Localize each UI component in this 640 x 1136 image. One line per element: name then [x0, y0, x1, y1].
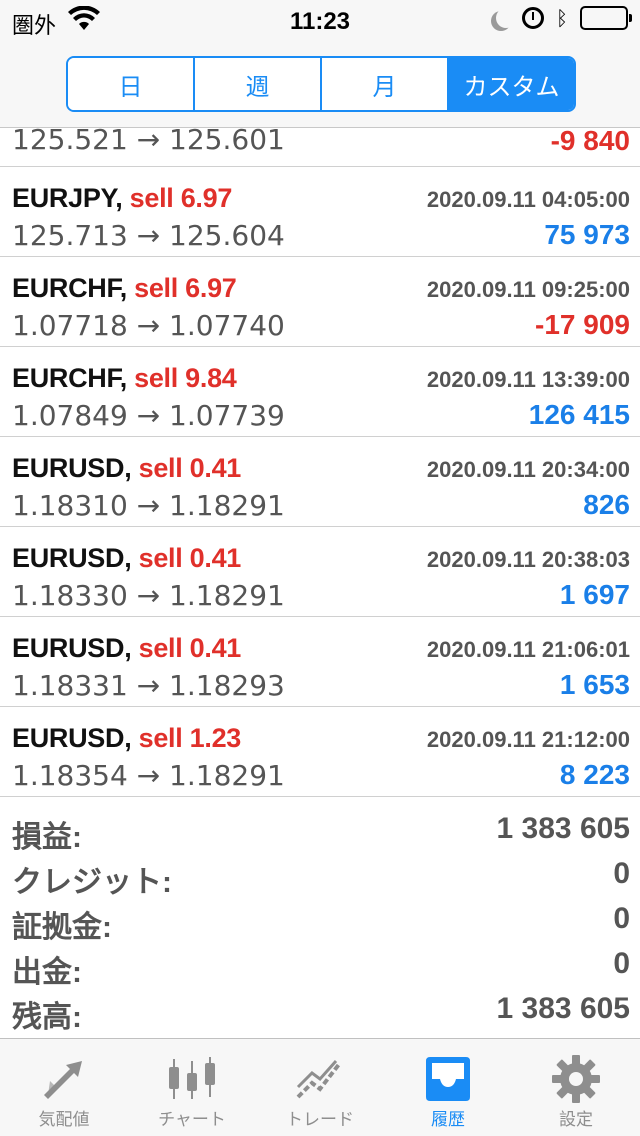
alarm-icon — [522, 7, 544, 29]
summary-label: 証拠金: — [12, 911, 112, 944]
summary-row-withdrawal: 出金: 0 — [0, 943, 640, 989]
trade-symbol: EURJPY, — [12, 183, 123, 213]
trade-row[interactable]: EURCHF, sell 6.97 2020.09.11 09:25:00 1.… — [0, 257, 640, 347]
tab-quotes[interactable]: 気配値 — [0, 1039, 128, 1136]
trade-symbol: EURCHF, — [12, 363, 127, 393]
trade-symbol: EURUSD, — [12, 723, 132, 753]
trade-row[interactable]: EURCHF, sell 9.84 2020.09.11 13:39:00 1.… — [0, 347, 640, 437]
summary-label: クレジット: — [12, 866, 172, 899]
trade-prices: 1.07718 → 1.07740 — [12, 309, 285, 342]
trade-prices: 125.521 → 125.601 — [12, 123, 285, 156]
trade-prices: 1.18310 → 1.18291 — [12, 489, 285, 522]
trade-side-volume: sell 9.84 — [134, 363, 237, 393]
chart-candles-icon — [169, 1057, 215, 1099]
settings-gear-icon — [552, 1055, 600, 1103]
summary-value: 1 383 605 — [496, 812, 630, 845]
summary-label: 損益: — [12, 821, 82, 854]
trade-prices: 1.07849 → 1.07739 — [12, 399, 285, 432]
segment-custom[interactable]: カスタム — [449, 58, 574, 110]
summary-row-balance: 残高: 1 383 605 — [0, 988, 640, 1034]
trade-side-volume: sell 0.41 — [138, 453, 242, 483]
trade-profit: 8 223 — [559, 759, 630, 790]
trade-prices: 1.18330 → 1.18291 — [12, 579, 285, 612]
segment-month[interactable]: 月 — [322, 58, 449, 110]
trade-side-volume: sell 0.41 — [138, 633, 242, 663]
trade-symbol: EURUSD, — [12, 633, 132, 663]
tab-label: チャート — [158, 1110, 226, 1130]
trade-time: 2020.09.11 21:12:00 — [426, 727, 630, 752]
battery-icon — [580, 6, 632, 30]
summary-value: 0 — [613, 857, 630, 890]
trade-row[interactable]: EURUSD, sell 0.41 2020.09.11 20:34:00 1.… — [0, 437, 640, 527]
tab-settings[interactable]: 設定 — [512, 1039, 640, 1136]
trade-profit: 126 415 — [528, 399, 630, 430]
tab-trade[interactable]: トレード — [256, 1039, 384, 1136]
trade-profit: 1 653 — [559, 669, 630, 700]
account-summary: 損益: 1 383 605 クレジット: 0 証拠金: 0 出金: 0 残高: … — [0, 808, 640, 1034]
tab-label: 履歴 — [431, 1110, 465, 1130]
trade-time: 2020.09.11 09:25:00 — [426, 277, 630, 302]
period-segmented-control: 日 週 月 カスタム — [66, 56, 576, 112]
trade-time: 2020.09.11 21:06:01 — [426, 637, 630, 662]
trade-prices: 1.18331 → 1.18293 — [12, 669, 285, 702]
trade-side-volume: sell 6.97 — [134, 273, 237, 303]
trade-symbol: EURUSD, — [12, 543, 132, 573]
quotes-arrows-icon — [44, 1061, 82, 1099]
status-bar: 圏外 11:23 ᛒ — [0, 0, 640, 42]
tab-label: 気配値 — [38, 1110, 90, 1130]
tab-bar: 気配値 チャート トレード 履歴 設定 — [0, 1038, 640, 1136]
trade-side-volume: sell 1.23 — [138, 723, 242, 753]
trade-profit: 1 697 — [559, 579, 630, 610]
trade-time: 2020.09.11 20:34:00 — [426, 457, 630, 482]
summary-value: 0 — [613, 902, 630, 935]
trade-symbol: EURUSD, — [12, 453, 132, 483]
tab-label: 設定 — [559, 1110, 593, 1130]
do-not-disturb-icon — [496, 8, 516, 28]
trade-prices: 1.18354 → 1.18291 — [12, 759, 285, 792]
segment-day[interactable]: 日 — [68, 58, 195, 110]
trade-row[interactable]: EURUSD, sell 0.41 2020.09.11 21:06:01 1.… — [0, 617, 640, 707]
trade-profit: 75 973 — [544, 219, 630, 250]
trade-side-volume: sell 0.41 — [138, 543, 242, 573]
trade-side-volume: sell 6.97 — [129, 183, 233, 213]
trade-time: 2020.09.11 13:39:00 — [426, 367, 630, 392]
trade-history-list[interactable]: 125.521 → 125.601 -9 840 EURJPY, sell 6.… — [0, 123, 640, 797]
tab-chart[interactable]: チャート — [128, 1039, 256, 1136]
trade-row[interactable]: EURUSD, sell 1.23 2020.09.11 21:12:00 1.… — [0, 707, 640, 797]
tab-label: トレード — [286, 1110, 354, 1130]
segment-week[interactable]: 週 — [195, 58, 322, 110]
summary-row-deposit: 証拠金: 0 — [0, 898, 640, 944]
trade-symbol: EURCHF, — [12, 273, 127, 303]
trade-profit: 826 — [583, 489, 630, 520]
bluetooth-icon: ᛒ — [556, 6, 568, 30]
trade-line-icon — [296, 1060, 342, 1099]
trade-time: 2020.09.11 20:38:03 — [426, 547, 630, 572]
trade-prices: 125.713 → 125.604 — [12, 219, 285, 252]
trade-profit: -17 909 — [535, 309, 630, 340]
tab-history[interactable]: 履歴 — [384, 1039, 512, 1136]
summary-value: 1 383 605 — [496, 992, 630, 1025]
summary-label: 残高: — [12, 1001, 82, 1034]
trade-profit: -9 840 — [550, 125, 630, 156]
summary-row-profit: 損益: 1 383 605 — [0, 808, 640, 854]
summary-row-credit: クレジット: 0 — [0, 853, 640, 899]
header: 圏外 11:23 ᛒ 日 週 月 カスタム — [0, 0, 640, 128]
trade-row[interactable]: EURUSD, sell 0.41 2020.09.11 20:38:03 1.… — [0, 527, 640, 617]
trade-time: 2020.09.11 04:05:00 — [426, 187, 630, 212]
trade-row[interactable]: EURJPY, sell 6.97 2020.09.11 04:05:00 12… — [0, 167, 640, 257]
history-inbox-icon — [426, 1057, 470, 1101]
trade-row-partial[interactable]: 125.521 → 125.601 -9 840 — [0, 123, 640, 167]
summary-label: 出金: — [12, 956, 82, 989]
summary-value: 0 — [613, 947, 630, 980]
